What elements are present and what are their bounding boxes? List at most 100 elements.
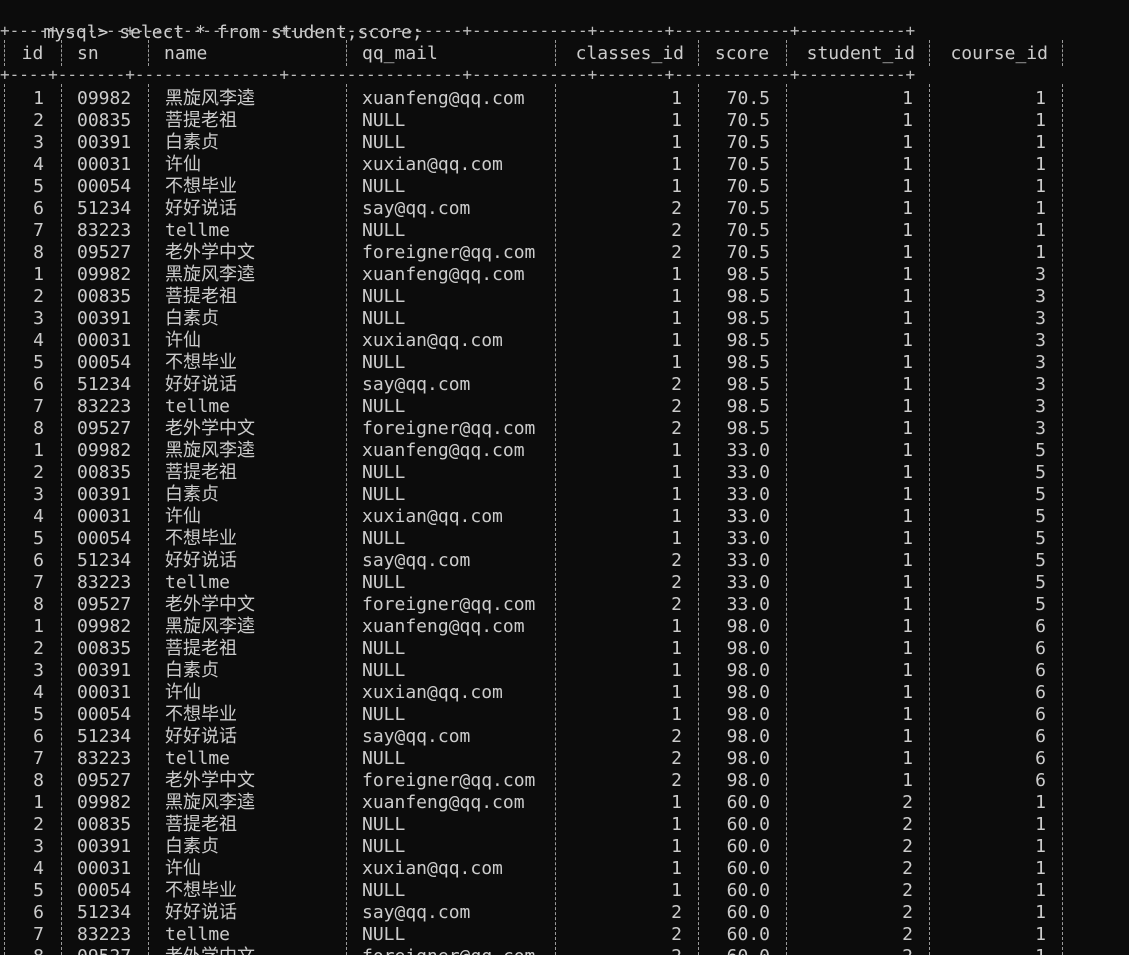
table-cell-id: 5 xyxy=(33,880,44,901)
table-cell-name: 许仙 xyxy=(165,682,201,703)
table-cell-classes-id: 1 xyxy=(671,880,682,901)
table-cell-student-id: 1 xyxy=(902,330,913,351)
table-cell-classes-id: 1 xyxy=(671,308,682,329)
table-cell-score: 70.5 xyxy=(726,132,770,153)
table-cell-sn: 83223 xyxy=(77,220,132,241)
table-cell-student-id: 1 xyxy=(902,352,913,373)
header-column-separator xyxy=(61,40,63,66)
table-cell-classes-id: 1 xyxy=(671,176,682,197)
table-cell-classes-id: 1 xyxy=(671,88,682,109)
table-cell-classes-id: 1 xyxy=(671,484,682,505)
table-cell-classes-id: 1 xyxy=(671,814,682,835)
table-cell-score: 33.0 xyxy=(726,484,770,505)
table-cell-name: 白素贞 xyxy=(165,308,219,329)
table-cell-student-id: 1 xyxy=(902,550,913,571)
table-cell-student-id: 1 xyxy=(902,638,913,659)
table-cell-sn: 00835 xyxy=(77,286,132,307)
mysql-terminal[interactable]: mysql> select * from student,score; +---… xyxy=(0,0,1129,955)
table-cell-qq-mail: NULL xyxy=(362,308,406,329)
table-cell-course-id: 1 xyxy=(1035,110,1046,131)
table-cell-qq-mail: NULL xyxy=(362,748,406,769)
table-cell-sn: 51234 xyxy=(77,726,132,747)
table-cell-name: 白素贞 xyxy=(165,132,219,153)
table-cell-score: 70.5 xyxy=(726,176,770,197)
table-cell-sn: 00031 xyxy=(77,506,132,527)
body-column-separator xyxy=(786,84,788,955)
table-cell-sn: 51234 xyxy=(77,550,132,571)
header-column-separator xyxy=(786,40,788,66)
table-cell-score: 98.0 xyxy=(726,704,770,725)
table-cell-student-id: 2 xyxy=(790,946,913,955)
table-cell-score: 98.5 xyxy=(726,308,770,329)
table-cell-name: tellme xyxy=(165,220,231,241)
table-cell-sn: 09982 xyxy=(77,616,132,637)
table-cell-id: 7 xyxy=(33,748,44,769)
table-cell-classes-id: 1 xyxy=(671,616,682,637)
table-cell-classes-id: 2 xyxy=(671,396,682,417)
table-cell-qq-mail: say@qq.com xyxy=(362,374,471,395)
table-cell-name: tellme xyxy=(165,748,231,769)
table-cell-course-id: 5 xyxy=(1035,440,1046,461)
column-header-score: score xyxy=(714,43,770,64)
table-cell-name: 不想毕业 xyxy=(165,176,237,197)
table-cell-sn: 83223 xyxy=(77,748,132,769)
table-cell-classes-id: 2 xyxy=(671,594,682,615)
command-line: mysql> select * from student,score; xyxy=(0,0,422,43)
body-column-separator xyxy=(555,84,557,955)
table-cell-score: 60.0 xyxy=(726,924,770,945)
table-cell-score: 98.5 xyxy=(726,264,770,285)
table-cell-name: 不想毕业 xyxy=(165,528,237,549)
table-cell-course-id: 5 xyxy=(1035,462,1046,483)
table-cell-id: 8 xyxy=(33,418,44,439)
table-cell-student-id: 2 xyxy=(902,836,913,857)
table-cell-sn: 51234 xyxy=(77,902,132,923)
body-column-separator xyxy=(346,84,348,955)
table-cell-sn: 51234 xyxy=(77,374,132,395)
table-cell-score: 60.0 xyxy=(726,814,770,835)
table-cell-id: 1 xyxy=(33,440,44,461)
table-cell-name: 菩提老祖 xyxy=(165,814,237,835)
table-cell-sn: 83223 xyxy=(77,572,132,593)
table-cell-name: 许仙 xyxy=(165,858,201,879)
table-cell-score: 60.0 xyxy=(702,946,770,955)
table-cell-score: 98.5 xyxy=(726,418,770,439)
table-cell-classes-id: 1 xyxy=(671,506,682,527)
table-cell-qq-mail: foreigner@qq.com xyxy=(362,242,536,263)
header-column-separator xyxy=(555,40,557,66)
table-cell-score: 60.0 xyxy=(726,792,770,813)
table-cell-score: 98.0 xyxy=(726,616,770,637)
table-cell-student-id: 1 xyxy=(902,264,913,285)
table-cell-classes-id: 1 xyxy=(671,792,682,813)
body-column-separator xyxy=(698,84,700,955)
table-cell-name: 白素贞 xyxy=(165,660,219,681)
table-cell-classes-id: 1 xyxy=(671,352,682,373)
table-cell-qq-mail: xuxian@qq.com xyxy=(362,506,503,527)
table-cell-sn: 00054 xyxy=(77,352,132,373)
table-cell-classes-id: 2 xyxy=(671,924,682,945)
table-cell-course-id: 3 xyxy=(1035,418,1046,439)
table-cell-id: 1 xyxy=(33,792,44,813)
table-cell-sn: 09527 xyxy=(77,946,144,955)
table-cell-student-id: 1 xyxy=(902,748,913,769)
table-cell-course-id: 6 xyxy=(1035,638,1046,659)
table-cell-id: 4 xyxy=(33,858,44,879)
table-cell-score: 98.0 xyxy=(726,682,770,703)
body-column-separator xyxy=(4,84,6,955)
table-cell-course-id: 5 xyxy=(1035,506,1046,527)
table-cell-name: 好好说话 xyxy=(165,726,237,747)
table-cell-id: 3 xyxy=(33,308,44,329)
table-cell-sn: 00031 xyxy=(77,330,132,351)
table-cell-sn: 00391 xyxy=(77,132,132,153)
table-cell-id: 8 xyxy=(33,242,44,263)
table-cell-student-id: 1 xyxy=(902,286,913,307)
table-cell-classes-id: 2 xyxy=(671,550,682,571)
table-cell-course-id: 5 xyxy=(1035,594,1046,615)
table-cell-sn: 09527 xyxy=(77,770,132,791)
table-cell-score: 70.5 xyxy=(726,198,770,219)
table-cell-course-id: 1 xyxy=(1035,858,1046,879)
table-cell-name: tellme xyxy=(165,572,231,593)
table-cell-qq-mail: xuanfeng@qq.com xyxy=(362,264,525,285)
table-cell-student-id: 2 xyxy=(902,858,913,879)
table-cell-id: 6 xyxy=(33,550,44,571)
table-cell-qq-mail: NULL xyxy=(362,572,406,593)
